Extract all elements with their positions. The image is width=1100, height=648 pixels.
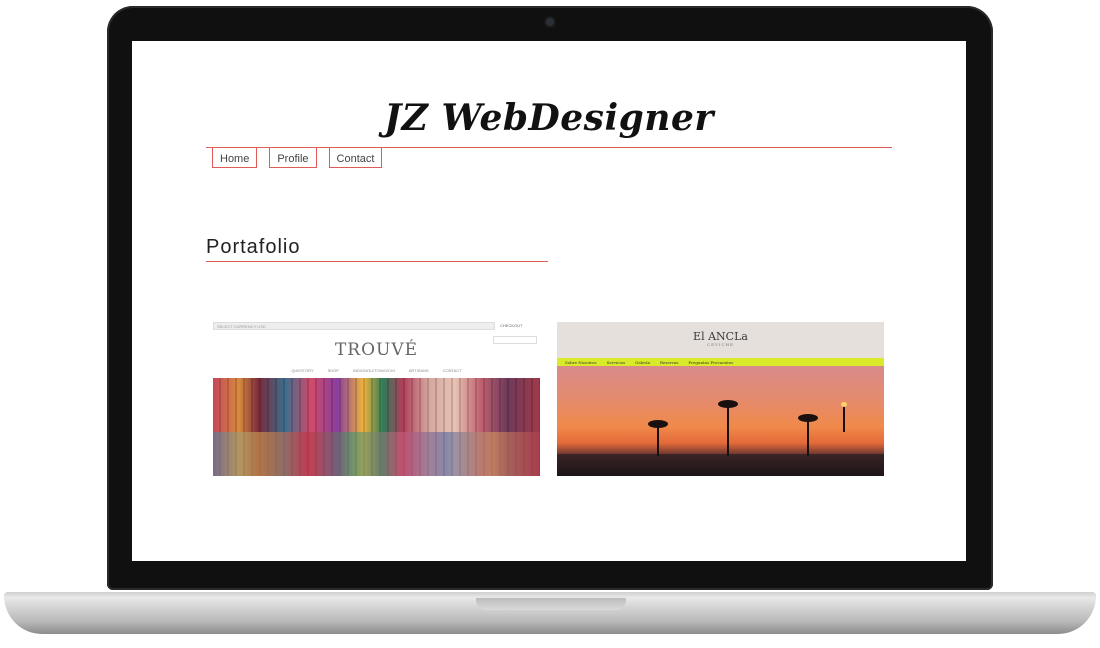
trouve-menu-item: INDIGNOU/TOHIO/CHI xyxy=(352,368,395,373)
nav-home[interactable]: Home xyxy=(212,148,258,168)
site-title: JZ WebDesigner xyxy=(384,97,714,139)
el-ancla-hero-ground xyxy=(557,454,884,476)
el-ancla-menu-item: Sobre Nosotros xyxy=(565,359,597,365)
laptop-notch xyxy=(476,598,626,610)
palm-tree-icon xyxy=(798,414,818,456)
main-nav: Home Profile Contact xyxy=(212,148,383,168)
section-divider xyxy=(206,261,548,262)
street-lamp-icon xyxy=(841,402,847,432)
website-screen: JZ WebDesigner Home Profile Contact Port… xyxy=(132,41,966,561)
laptop-base xyxy=(4,592,1096,634)
el-ancla-menu-item: Reservas xyxy=(659,359,679,365)
section-title: Portafolio xyxy=(206,236,301,258)
trouve-checkout: CHECKOUT xyxy=(500,323,523,328)
camera-icon xyxy=(546,18,554,26)
portfolio-item-el-ancla[interactable]: El ANCLa CEVICHE Sobre Nosotros Servicio… xyxy=(557,322,884,476)
trouve-topbar: SELECT CURRENCY USD xyxy=(213,322,495,330)
portfolio-item-trouve[interactable]: SELECT CURRENCY USD CHECKOUT TROUVÉ QUES… xyxy=(213,322,540,476)
palm-tree-icon xyxy=(718,400,738,456)
trouve-menu: QUESTORY SHOP INDIGNOU/TOHIO/CHI ARTISAN… xyxy=(213,368,540,373)
el-ancla-logo-sub: CEVICHE xyxy=(707,342,734,347)
el-ancla-menu-item: Galería xyxy=(635,359,650,365)
trouve-logo: TROUVÉ xyxy=(334,340,419,360)
trouve-menu-item: ARTISANS xyxy=(408,368,429,373)
palm-tree-icon xyxy=(648,420,668,456)
nav-profile[interactable]: Profile xyxy=(269,148,317,168)
trouve-menu-item: QUESTORY xyxy=(291,368,314,373)
el-ancla-menu: Sobre Nosotros Servicios Galería Reserva… xyxy=(557,358,884,366)
el-ancla-menu-item: Preguntas Frecuentes xyxy=(688,359,734,365)
trouve-hero-overlay xyxy=(213,432,540,476)
trouve-menu-item: SHOP xyxy=(327,368,339,373)
nav-contact[interactable]: Contact xyxy=(328,148,383,168)
el-ancla-menu-item: Servicios xyxy=(606,359,626,365)
trouve-menu-item: CONTACT xyxy=(442,368,462,373)
